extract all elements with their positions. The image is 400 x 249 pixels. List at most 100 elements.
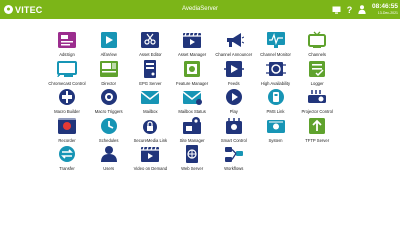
system-icon bbox=[266, 117, 286, 135]
app-tile-mailbox[interactable]: Mailbox bbox=[128, 88, 172, 118]
secure-media-link-icon bbox=[140, 117, 160, 135]
app-tile-label: Mailbox bbox=[143, 109, 158, 115]
app-tile-asset-manager[interactable]: Asset Manager bbox=[170, 31, 214, 61]
schedules-icon bbox=[99, 117, 119, 135]
help-icon[interactable]: ? bbox=[345, 5, 354, 15]
app-tile-director[interactable]: Director bbox=[87, 60, 131, 90]
ads-sign-icon bbox=[57, 31, 77, 49]
clock: 08:46:55 13-Dec-2021 bbox=[371, 3, 398, 15]
app-tile-label: Projector Control bbox=[301, 109, 333, 115]
app-tile-macro-builder[interactable]: Macro Builder bbox=[45, 88, 89, 118]
megaphone-icon bbox=[224, 31, 245, 49]
app-tile-label: Logger bbox=[310, 80, 324, 86]
user-icon[interactable] bbox=[358, 5, 367, 14]
asset-manager-icon bbox=[182, 31, 202, 49]
app-tile-web-server[interactable]: Web Server bbox=[170, 145, 214, 175]
tftp-server-icon bbox=[307, 117, 327, 135]
feature-manager-icon bbox=[182, 60, 202, 78]
app-tile-label: Feeds bbox=[227, 80, 240, 86]
smart-control-icon bbox=[224, 117, 244, 135]
asset-editor-icon bbox=[140, 31, 160, 49]
app-tile-tftp-server[interactable]: TFTP Server bbox=[295, 117, 339, 147]
app-tile-label: AlfaView bbox=[100, 52, 117, 57]
app-tile-mailbox-status[interactable]: Mailbox Status bbox=[170, 88, 214, 118]
workflows-icon bbox=[224, 145, 244, 163]
video-on-demand-icon bbox=[140, 145, 160, 163]
macro-triggers-icon bbox=[99, 88, 119, 106]
pms-link-icon bbox=[266, 88, 286, 106]
app-tile-smart-control[interactable]: Smart Control bbox=[212, 117, 256, 147]
app-tile-label: Macro Triggers bbox=[94, 109, 123, 115]
app-tile-label: Asset Manager bbox=[178, 52, 207, 57]
app-tile-label: Play bbox=[229, 109, 238, 115]
app-tile-label: Chromecast Control bbox=[48, 80, 86, 86]
logo-text: VITEC bbox=[15, 4, 43, 15]
app-tile-label: Users bbox=[103, 166, 115, 172]
app-tile-play[interactable]: Play bbox=[212, 88, 256, 118]
app-tile-video-on-demand[interactable]: Video on Demand bbox=[128, 145, 172, 175]
app-tile-label: Asset Editor bbox=[139, 52, 162, 57]
app-tile-label: SecureMedia Link bbox=[133, 137, 168, 143]
app-tile-channels[interactable]: Channels bbox=[295, 31, 339, 61]
app-tile-transfer[interactable]: Transfer bbox=[45, 145, 89, 175]
app-tile-site-manager[interactable]: Site Manager bbox=[170, 116, 214, 147]
app-tile-label: Recorder bbox=[58, 137, 76, 143]
feeds-icon bbox=[223, 60, 244, 78]
app-tile-label: TFTP Server bbox=[305, 137, 330, 143]
app-tile-logger[interactable]: Logger bbox=[295, 60, 339, 90]
recorder-icon bbox=[57, 117, 77, 135]
app-tile-label: AdsSign bbox=[59, 52, 75, 57]
app-tile-feature-manager[interactable]: Feature Manager bbox=[170, 60, 214, 90]
chromecast-icon bbox=[57, 60, 77, 78]
app-tile-channel-announcer[interactable]: Channel Announcer bbox=[212, 31, 256, 61]
web-server-icon bbox=[182, 145, 202, 164]
app-tile-label: Smart Control bbox=[220, 137, 247, 143]
high-availability-icon bbox=[265, 60, 286, 78]
app-tile-label: Mailbox Status bbox=[178, 109, 206, 115]
play-icon bbox=[224, 88, 244, 106]
app-tile-label: Schedules bbox=[98, 137, 119, 143]
vitec-logo[interactable]: ● VITEC bbox=[4, 3, 43, 16]
transfer-icon bbox=[57, 145, 77, 163]
app-tile-epg-server[interactable]: EPG Server bbox=[128, 59, 172, 90]
app-tile-alfaview[interactable]: AlfaView bbox=[87, 31, 131, 61]
mailbox-icon bbox=[140, 88, 160, 106]
macro-builder-icon bbox=[57, 88, 77, 106]
users-icon bbox=[99, 145, 119, 163]
clock-time: 08:46:55 bbox=[371, 3, 398, 10]
app-tile-label: System bbox=[268, 137, 283, 143]
channel-monitor-icon bbox=[266, 31, 286, 49]
app-tile-label: PMS Link bbox=[266, 109, 285, 115]
app-tile-channel-monitor[interactable]: Channel Monitor bbox=[254, 31, 298, 61]
app-tile-asset-editor[interactable]: Asset Editor bbox=[128, 31, 172, 61]
top-bar: ● VITEC AvediaServer ? 08:46:55 13-Dec-2… bbox=[0, 0, 400, 19]
mailbox-status-icon bbox=[182, 88, 203, 106]
app-tile-schedules[interactable]: Schedules bbox=[87, 117, 131, 147]
app-tile-label: Web Server bbox=[181, 166, 204, 172]
app-tile-system[interactable]: System bbox=[254, 117, 298, 147]
projector-control-icon bbox=[307, 88, 327, 106]
app-tile-recorder[interactable]: Recorder bbox=[45, 117, 89, 147]
epg-server-icon bbox=[140, 59, 160, 78]
logger-icon bbox=[307, 60, 327, 78]
app-tile-chromecast-control[interactable]: Chromecast Control bbox=[45, 60, 89, 90]
app-tile-high-availability[interactable]: High Availability bbox=[254, 60, 298, 90]
app-tile-label: EPG Server bbox=[139, 80, 162, 86]
app-tile-workflows[interactable]: Workflows bbox=[212, 145, 256, 175]
app-tile-label: Channel Announcer bbox=[215, 52, 253, 57]
director-icon bbox=[99, 60, 119, 78]
app-tile-projector-control[interactable]: Projector Control bbox=[295, 88, 339, 118]
top-bar-actions: ? 08:46:55 13-Dec-2021 bbox=[328, 2, 398, 17]
app-tile-securemedia-link[interactable]: SecureMedia Link bbox=[128, 117, 172, 147]
app-tile-macro-triggers[interactable]: Macro Triggers bbox=[87, 88, 131, 118]
app-tile-users[interactable]: Users bbox=[87, 145, 131, 175]
app-tile-label: High Availability bbox=[260, 80, 291, 86]
app-tile-pms-link[interactable]: PMS Link bbox=[254, 88, 298, 118]
app-tile-adssign[interactable]: AdsSign bbox=[45, 31, 89, 61]
monitor-icon[interactable] bbox=[332, 5, 341, 14]
app-tile-label: Workflows bbox=[224, 166, 244, 172]
app-tile-feeds[interactable]: Feeds bbox=[212, 60, 256, 90]
app-tile-label: Feature Manager bbox=[176, 80, 209, 86]
app-tile-label: Director bbox=[101, 80, 117, 86]
tv-icon bbox=[307, 31, 327, 49]
